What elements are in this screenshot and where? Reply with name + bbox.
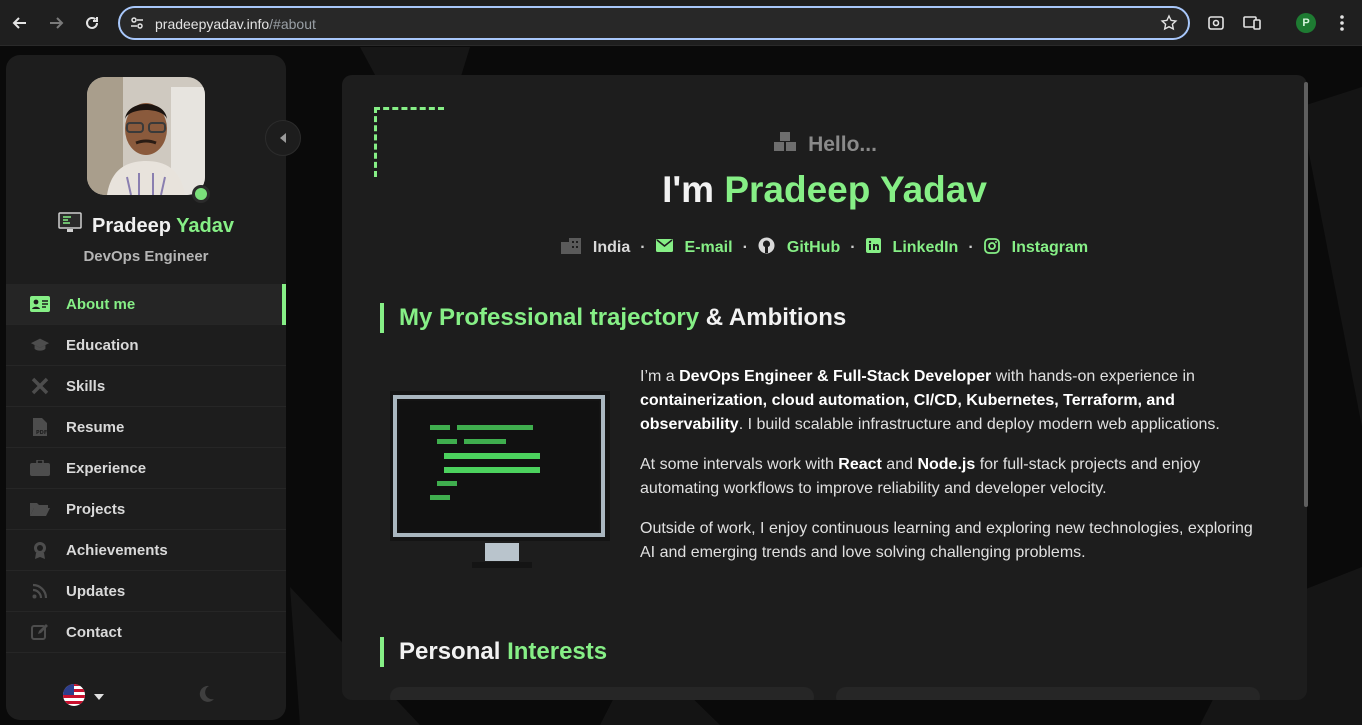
edit-icon bbox=[30, 622, 50, 642]
online-status-dot bbox=[192, 185, 210, 203]
scrollbar[interactable] bbox=[1304, 82, 1308, 507]
headline-prefix: I'm bbox=[662, 169, 715, 210]
instagram-link[interactable]: Instagram bbox=[983, 237, 1089, 259]
sidebar-item-contact[interactable]: Contact bbox=[6, 612, 286, 653]
interest-card bbox=[836, 687, 1260, 700]
sidebar-item-projects[interactable]: Projects bbox=[6, 489, 286, 530]
profile-avatar[interactable]: P bbox=[1296, 13, 1316, 33]
email-label: E-mail bbox=[684, 239, 733, 256]
sidebar-item-label: About me bbox=[66, 295, 136, 313]
back-icon[interactable] bbox=[8, 11, 32, 35]
terminal-icon bbox=[58, 212, 82, 240]
chevron-down-icon[interactable] bbox=[94, 688, 104, 706]
about-paragraph-2: At some intervals work with React and No… bbox=[640, 456, 1201, 497]
section-title-rest: & Ambitions bbox=[705, 304, 847, 331]
sidebar-menu: About me Education Skills PDF Resume Exp… bbox=[6, 284, 286, 653]
profile-role: DevOps Engineer bbox=[83, 248, 209, 265]
url-host: pradeepyadav.info bbox=[155, 16, 270, 32]
sidebar-item-label: Updates bbox=[66, 582, 126, 600]
github-link[interactable]: GitHub bbox=[758, 237, 840, 259]
sidebar-item-label: Achievements bbox=[66, 541, 168, 559]
sidebar-item-skills[interactable]: Skills bbox=[6, 366, 286, 407]
linkedin-icon bbox=[865, 238, 881, 258]
us-flag-icon[interactable] bbox=[62, 683, 86, 712]
reload-icon[interactable] bbox=[80, 11, 104, 35]
profile-name: Pradeep Yadav bbox=[6, 212, 286, 240]
name-first: Pradeep bbox=[92, 214, 171, 237]
contact-links: India · E-mail · GitHub · LinkedIn · Ins… bbox=[342, 237, 1307, 259]
section-title-plain: Personal bbox=[399, 638, 501, 665]
award-icon bbox=[30, 540, 50, 560]
svg-text:PDF: PDF bbox=[36, 430, 47, 436]
moon-icon[interactable] bbox=[196, 684, 216, 709]
url-text: pradeepyadav.info/#about bbox=[155, 16, 316, 32]
email-link[interactable]: E-mail bbox=[655, 239, 733, 257]
sidebar-item-label: Experience bbox=[66, 459, 147, 477]
name-last: Yadav bbox=[176, 214, 234, 237]
section-title-trajectory: My Professional trajectory & Ambitions bbox=[380, 303, 846, 333]
kebab-menu-icon[interactable] bbox=[1331, 12, 1353, 34]
sidebar-item-label: Education bbox=[66, 336, 139, 354]
city-icon bbox=[560, 237, 581, 259]
sidebar: Pradeep Yadav DevOps Engineer About me E… bbox=[6, 55, 286, 720]
forward-icon[interactable] bbox=[44, 11, 68, 35]
instagram-label: Instagram bbox=[1011, 239, 1089, 256]
url-path: /#about bbox=[269, 16, 316, 32]
section-title-highlight: Interests bbox=[507, 638, 608, 665]
sidebar-item-label: Skills bbox=[66, 377, 106, 395]
sidebar-item-achievements[interactable]: Achievements bbox=[6, 530, 286, 571]
sidebar-item-label: Projects bbox=[66, 500, 126, 518]
sidebar-item-education[interactable]: Education bbox=[6, 325, 286, 366]
greeting: Hello... bbox=[342, 131, 1307, 159]
graduation-cap-icon bbox=[30, 335, 50, 355]
envelope-icon bbox=[655, 239, 673, 257]
id-card-icon bbox=[30, 294, 50, 314]
interest-card bbox=[390, 687, 814, 700]
separator-dot: · bbox=[850, 239, 856, 256]
instagram-icon bbox=[983, 237, 1000, 259]
greeting-text: Hello... bbox=[808, 133, 877, 156]
headline-name: Pradeep Yadav bbox=[724, 169, 987, 210]
location-india: India bbox=[560, 237, 631, 259]
tools-icon bbox=[30, 376, 50, 396]
avatar bbox=[87, 77, 205, 195]
sidebar-collapse-button[interactable] bbox=[265, 120, 301, 156]
browser-toolbar: pradeepyadav.info/#about P bbox=[0, 0, 1362, 46]
linkedin-label: LinkedIn bbox=[892, 239, 959, 256]
cubes-icon bbox=[772, 131, 798, 159]
separator-dot: · bbox=[968, 239, 974, 256]
main-content: Hello... I'm Pradeep Yadav India · E-mai… bbox=[342, 75, 1307, 700]
sidebar-item-experience[interactable]: Experience bbox=[6, 448, 286, 489]
rss-icon bbox=[30, 581, 50, 601]
code-monitor-illustration bbox=[390, 391, 610, 571]
site-settings-icon[interactable] bbox=[130, 16, 144, 35]
linkedin-link[interactable]: LinkedIn bbox=[865, 238, 959, 258]
separator-dot: · bbox=[640, 239, 646, 256]
sidebar-item-label: Contact bbox=[66, 623, 122, 641]
sidebar-item-about-me[interactable]: About me bbox=[6, 284, 286, 325]
github-icon bbox=[758, 237, 775, 259]
page-title: I'm Pradeep Yadav bbox=[342, 169, 1307, 211]
screenshot-lens-icon[interactable] bbox=[1205, 12, 1227, 34]
github-label: GitHub bbox=[786, 239, 841, 256]
bookmark-star-icon[interactable] bbox=[1160, 14, 1178, 37]
about-paragraph-3: Outside of work, I enjoy continuous lear… bbox=[640, 520, 1253, 561]
sidebar-footer bbox=[6, 675, 286, 715]
device-toggle-icon[interactable] bbox=[1241, 12, 1263, 34]
sidebar-item-label: Resume bbox=[66, 418, 125, 436]
address-bar[interactable]: pradeepyadav.info/#about bbox=[118, 6, 1190, 40]
folder-open-icon bbox=[30, 499, 50, 519]
about-paragraph-1: I’m a DevOps Engineer & Full-Stack Devel… bbox=[640, 368, 1220, 433]
location-label: India bbox=[592, 239, 631, 256]
section-title-highlight: My Professional trajectory bbox=[399, 304, 700, 331]
section-title-interests: Personal Interests bbox=[380, 637, 607, 667]
briefcase-icon bbox=[30, 458, 50, 478]
sidebar-item-updates[interactable]: Updates bbox=[6, 571, 286, 612]
sidebar-item-resume[interactable]: PDF Resume bbox=[6, 407, 286, 448]
pdf-file-icon: PDF bbox=[30, 417, 50, 437]
separator-dot: · bbox=[742, 239, 748, 256]
